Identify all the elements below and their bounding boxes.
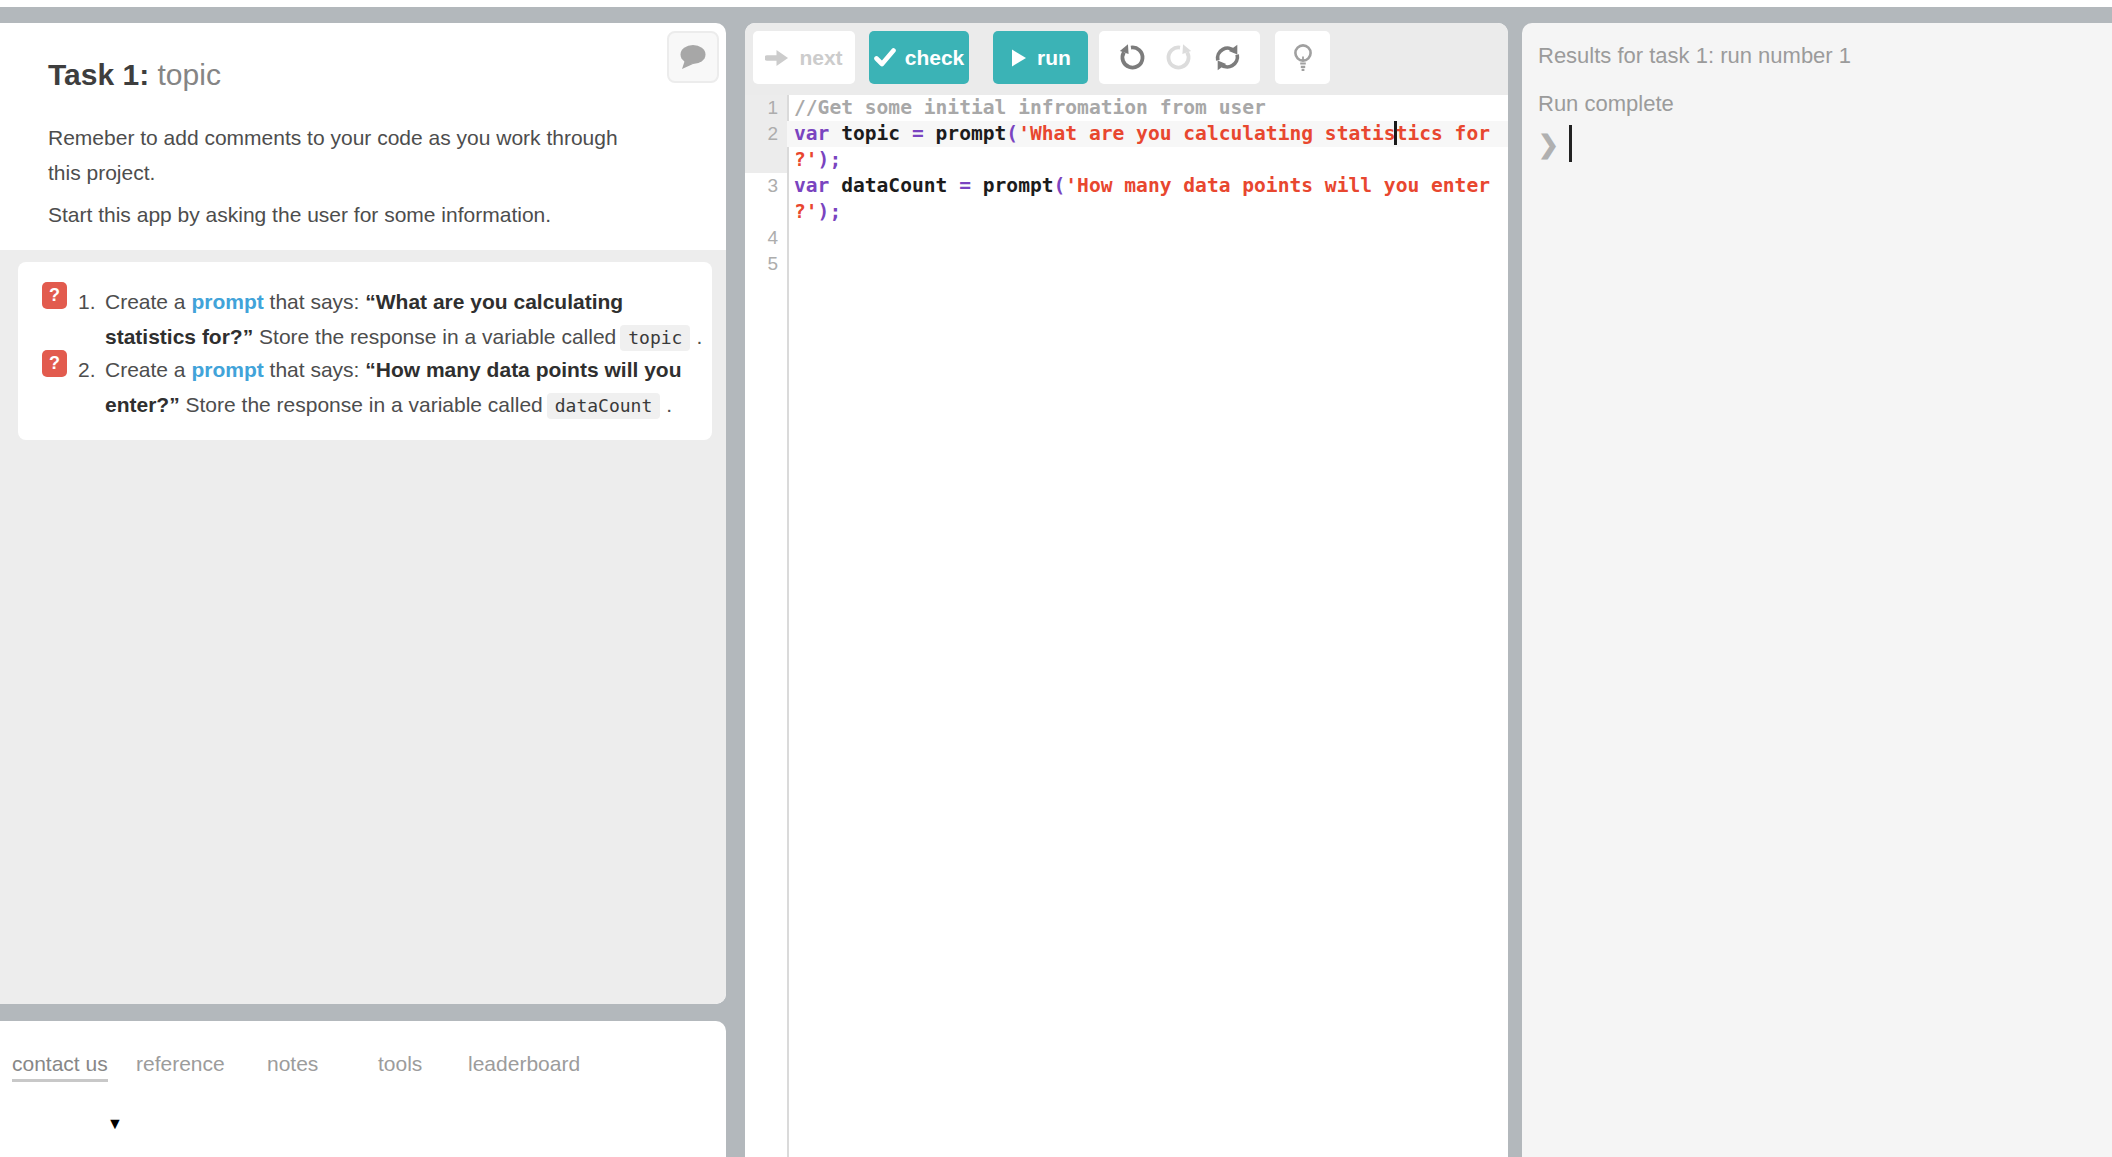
code-row-5: 5 xyxy=(745,251,1508,277)
text-segment-plain: . xyxy=(666,393,672,416)
undo-button[interactable] xyxy=(1116,43,1146,73)
lightbulb-icon xyxy=(1290,42,1316,74)
task-panel: Task 1: topic Remeber to add comments to… xyxy=(0,23,726,1004)
line-number: 5 xyxy=(745,251,787,277)
tab-tools[interactable]: tools xyxy=(378,1052,422,1076)
page-title: Task 1: topic xyxy=(48,56,221,94)
text-segment-kw: ( xyxy=(1054,174,1066,197)
redo-button[interactable] xyxy=(1164,43,1194,73)
instruction-item-1: Create a prompt that says: “What are you… xyxy=(105,284,705,354)
comment-button[interactable] xyxy=(667,31,719,83)
line-number xyxy=(745,199,787,225)
text-segment-id: prompt xyxy=(924,122,1007,145)
code-row-3: 3 var dataCount = prompt('How many data p… xyxy=(745,173,1508,199)
task-paragraph-1: Remeber to add comments to your code as … xyxy=(48,120,618,190)
text-segment-kw: ( xyxy=(1006,122,1018,145)
text-segment-str: ?' xyxy=(794,148,818,171)
tab-notes[interactable]: notes xyxy=(267,1052,318,1076)
text-segment-plain: Create a xyxy=(105,290,191,313)
line-number xyxy=(745,147,787,173)
next-arrow-icon xyxy=(765,48,790,68)
item-number-2: 2. xyxy=(78,352,96,387)
text-segment-plain: Store the response in a variable called xyxy=(253,325,616,348)
play-icon xyxy=(1010,48,1027,68)
check-icon xyxy=(874,48,896,67)
line-number: 3 xyxy=(745,173,787,199)
code-row-2-wrap: ?'); xyxy=(745,147,1508,173)
next-button[interactable]: next xyxy=(753,31,855,84)
check-button[interactable]: check xyxy=(869,31,969,84)
text-segment-str: tics for xyxy=(1396,122,1490,145)
text-segment-plain: that says: xyxy=(264,358,366,381)
text-segment-plain: Create a xyxy=(105,358,191,381)
text-segment-bold: statistics for?” xyxy=(105,325,253,348)
footer-panel: contact us reference notes tools leaderb… xyxy=(0,1021,726,1157)
text-segment-kw: ); xyxy=(818,148,842,171)
text-segment-bold: “What are you calculating xyxy=(365,290,623,313)
tab-contact-us[interactable]: contact us xyxy=(12,1052,108,1082)
console-prompt-icon: ❯ xyxy=(1538,130,1559,158)
text-segment-plain: Store the response in a variable called xyxy=(180,393,543,416)
code-row-1: 1 //Get some initial infromation from use… xyxy=(745,95,1508,121)
line-number: 2 xyxy=(745,121,787,147)
text-segment-kw: ); xyxy=(818,200,842,223)
history-button-group xyxy=(1099,31,1260,84)
text-segment-plain: . xyxy=(696,325,702,348)
item-number-1: 1. xyxy=(78,284,96,319)
refresh-icon xyxy=(1213,43,1242,72)
text-segment-comment: //Get some initial infromation from user xyxy=(794,96,1266,119)
console-cursor xyxy=(1569,125,1572,162)
hint-badge-2[interactable]: ? xyxy=(42,350,67,377)
text-segment-id: prompt xyxy=(971,174,1054,197)
text-segment-kw: var xyxy=(794,122,829,145)
instructions-card: ? 1. Create a prompt that says: “What ar… xyxy=(18,262,712,440)
results-panel: Results for task 1: run number 1 Run com… xyxy=(1522,23,2112,1157)
code-row-3-wrap: ?'); xyxy=(745,199,1508,225)
run-button[interactable]: run xyxy=(993,31,1088,84)
text-segment-kw: = xyxy=(959,174,971,197)
redo-icon xyxy=(1165,43,1194,72)
undo-icon xyxy=(1117,43,1146,72)
hint-badge-1[interactable]: ? xyxy=(42,282,67,309)
text-segment-bold: enter?” xyxy=(105,393,180,416)
results-header: Results for task 1: run number 1 xyxy=(1538,43,1851,69)
speech-bubble-icon xyxy=(676,43,710,71)
text-segment-code: dataCount xyxy=(547,393,661,419)
text-segment-plain: that says: xyxy=(264,290,366,313)
text-segment-str: ?' xyxy=(794,200,818,223)
text-segment-str: 'What are you calculating statis xyxy=(1018,122,1396,145)
text-segment-link[interactable]: prompt xyxy=(191,290,263,313)
code-row-2: 2 var topic = prompt('What are you calcul… xyxy=(745,121,1508,147)
text-segment-str: 'How many data points will you enter xyxy=(1065,174,1490,197)
code-row-4: 4 xyxy=(745,225,1508,251)
instructions-section: ? 1. Create a prompt that says: “What ar… xyxy=(0,250,726,1004)
text-segment-kw: = xyxy=(912,122,924,145)
line-number: 4 xyxy=(745,225,787,251)
console-input[interactable]: ❯ xyxy=(1538,125,1572,162)
text-segment-bold: “How many data points will you xyxy=(365,358,681,381)
dropdown-arrow[interactable]: ▼ xyxy=(107,1115,123,1133)
top-strip xyxy=(0,0,2112,7)
results-status: Run complete xyxy=(1538,91,1674,117)
text-segment-id: dataCount xyxy=(829,174,959,197)
editor-toolbar: next check run xyxy=(745,23,1508,95)
line-number: 1 xyxy=(745,95,787,121)
code-editor[interactable]: 1 //Get some initial infromation from use… xyxy=(745,95,1508,1157)
text-segment-link[interactable]: prompt xyxy=(191,358,263,381)
text-segment-code: topic xyxy=(620,325,690,351)
task-paragraph-2: Start this app by asking the user for so… xyxy=(48,197,551,232)
refresh-button[interactable] xyxy=(1213,43,1243,73)
tab-leaderboard[interactable]: leaderboard xyxy=(468,1052,580,1076)
hint-button[interactable] xyxy=(1275,31,1330,84)
text-segment-kw: var xyxy=(794,174,829,197)
text-segment-id: topic xyxy=(829,122,912,145)
instruction-item-2: Create a prompt that says: “How many dat… xyxy=(105,352,705,422)
editor-panel: next check run xyxy=(745,23,1508,1157)
tab-reference[interactable]: reference xyxy=(136,1052,225,1076)
